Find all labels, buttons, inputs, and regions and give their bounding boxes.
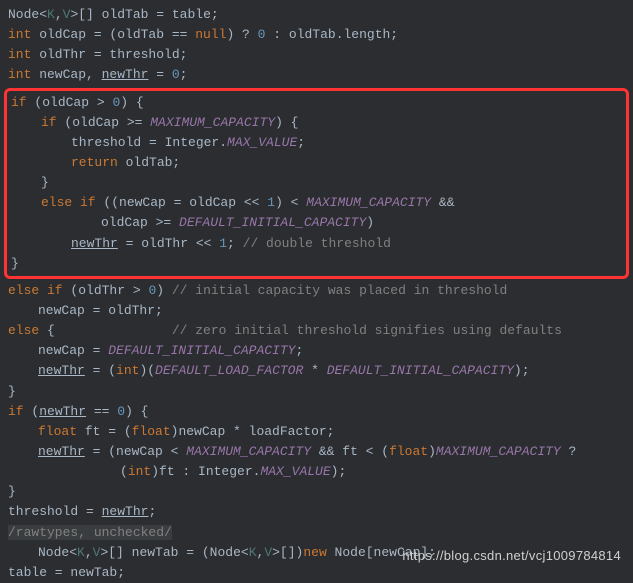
code-line: if (newThr == 0) { <box>8 402 625 422</box>
code-line: int oldThr = threshold; <box>8 45 625 65</box>
code-line: newCap = DEFAULT_INITIAL_CAPACITY; <box>8 341 625 361</box>
code-line: } <box>8 382 625 402</box>
code-line: if (oldCap > 0) { <box>11 93 622 113</box>
code-line: newThr = oldThr << 1; // double threshol… <box>11 234 622 254</box>
code-line: (int)ft : Integer.MAX_VALUE); <box>8 462 625 482</box>
code-line: if (oldCap >= MAXIMUM_CAPACITY) { <box>11 113 622 133</box>
watermark: https://blog.csdn.net/vcj1009784814 <box>402 546 621 566</box>
code-line: else if (oldThr > 0) // initial capacity… <box>8 281 625 301</box>
code-line: newThr = (int)(DEFAULT_LOAD_FACTOR * DEF… <box>8 361 625 381</box>
code-line: else if ((newCap = oldCap << 1) < MAXIMU… <box>11 193 622 213</box>
code-line: } <box>11 254 622 274</box>
code-line: newCap = oldThr; <box>8 301 625 321</box>
code-line: newThr = (newCap < MAXIMUM_CAPACITY && f… <box>8 442 625 462</box>
highlight-box: if (oldCap > 0) { if (oldCap >= MAXIMUM_… <box>4 88 629 279</box>
code-line: } <box>11 173 622 193</box>
code-line: int oldCap = (oldTab == null) ? 0 : oldT… <box>8 25 625 45</box>
code-line: float ft = (float)newCap * loadFactor; <box>8 422 625 442</box>
code-line: return oldTab; <box>11 153 622 173</box>
code-line: threshold = newThr; <box>8 502 625 522</box>
code-line: Node<K,V>[] oldTab = table; <box>8 5 625 25</box>
code-line: oldCap >= DEFAULT_INITIAL_CAPACITY) <box>11 213 622 233</box>
code-editor[interactable]: Node<K,V>[] oldTab = table; int oldCap =… <box>8 5 625 583</box>
code-line: int newCap, newThr = 0; <box>8 65 625 85</box>
code-line: threshold = Integer.MAX_VALUE; <box>11 133 622 153</box>
code-line: else { // zero initial threshold signifi… <box>8 321 625 341</box>
code-line: /rawtypes, unchecked/ <box>8 523 625 543</box>
code-line: } <box>8 482 625 502</box>
